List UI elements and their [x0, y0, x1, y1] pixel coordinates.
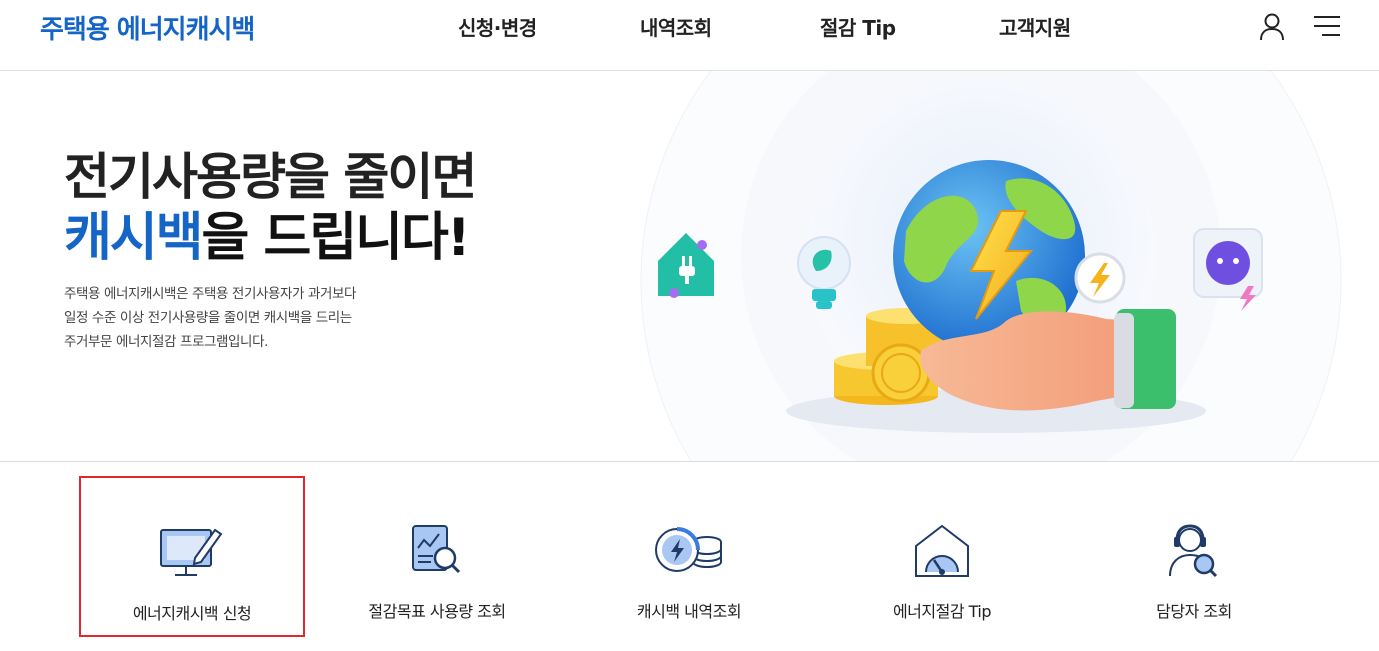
service-energy-saving-tip[interactable]: 에너지절감 Tip [829, 476, 1055, 637]
hero-title-rest: 을 드립니다! [201, 208, 471, 268]
hero-desc-line: 주거부문 에너지절감 프로그램입니다. [64, 334, 268, 350]
site-header: 주택용 에너지캐시백 신청·변경 내역조회 절감 Tip 고객지원 [0, 0, 1379, 71]
hero-banner: 전기사용량을 줄이면 캐시백을 드립니다! 주택용 에너지캐시백은 주택용 전기… [0, 71, 1379, 462]
hero-desc-line: 일정 수준 이상 전기사용량을 줄이면 캐시백을 드리는 [64, 310, 352, 326]
service-saving-goal-usage[interactable]: 절감목표 사용량 조회 [324, 476, 550, 637]
service-contact-person[interactable]: 담당자 조회 [1081, 476, 1307, 637]
hero-title-line2: 캐시백을 드립니다! [64, 195, 471, 270]
service-cashback-history[interactable]: 캐시백 내역조회 [576, 476, 802, 637]
service-energy-cashback-apply[interactable]: 에너지캐시백 신청 [79, 476, 305, 637]
monitor-pen-icon [160, 528, 223, 576]
nav-saving-tip[interactable]: 절감 Tip [820, 12, 896, 41]
nav-customer-support[interactable]: 고객지원 [999, 12, 1071, 41]
house-gauge-icon [915, 524, 969, 577]
hero-desc-line: 주택용 에너지캐시백은 주택용 전기사용자가 과거보다 [64, 286, 357, 302]
service-label: 절감목표 사용량 조회 [368, 602, 506, 621]
nav-apply-change[interactable]: 신청·변경 [458, 12, 537, 41]
site-logo[interactable]: 주택용 에너지캐시백 [40, 9, 255, 46]
hero-title-accent: 캐시백 [64, 208, 204, 268]
report-search-icon [412, 525, 461, 574]
hamburger-menu-icon[interactable] [1313, 14, 1341, 38]
service-label: 에너지캐시백 신청 [132, 604, 252, 623]
support-agent-search-icon [1169, 524, 1218, 578]
service-label: 담당자 조회 [1156, 602, 1232, 621]
nav-history[interactable]: 내역조회 [640, 12, 712, 41]
hero-illustration [640, 71, 1342, 461]
hero-description: 주택용 에너지캐시백은 주택용 전기사용자가 과거보다 일정 수준 이상 전기사… [64, 282, 356, 354]
user-icon[interactable] [1257, 12, 1287, 42]
coin-bolt-icon [655, 527, 722, 572]
service-label: 캐시백 내역조회 [636, 602, 742, 621]
service-label: 에너지절감 Tip [892, 602, 992, 621]
